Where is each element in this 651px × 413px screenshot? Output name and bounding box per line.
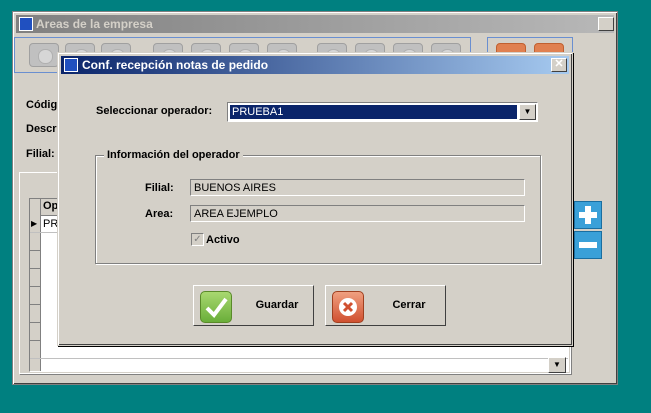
chevron-down-icon[interactable]: ▼ xyxy=(519,104,536,120)
row-pointer-icon: ▶ xyxy=(31,219,38,228)
operator-label: Seleccionar operador: xyxy=(96,105,213,117)
save-button-label: Guardar xyxy=(255,299,299,311)
add-row-button[interactable] xyxy=(574,201,602,229)
remove-row-button[interactable] xyxy=(574,231,602,259)
descripcion-label: Descr xyxy=(26,123,57,135)
codigo-label: Códig xyxy=(26,99,58,111)
parent-title-bar[interactable]: Areas de la empresa ✕ xyxy=(16,15,614,33)
config-dialog: Conf. recepción notas de pedido ✕ Selecc… xyxy=(57,52,573,346)
cancel-x-icon xyxy=(332,291,364,323)
close-button[interactable]: Cerrar xyxy=(325,285,446,326)
checkmark-icon xyxy=(200,291,232,323)
filial-label: Filial: xyxy=(26,148,55,160)
area-info-label: Area: xyxy=(145,208,174,220)
grid-cell[interactable]: PR xyxy=(43,218,58,230)
area-field: AREA EJEMPLO xyxy=(190,205,525,222)
dialog-title: Conf. recepción notas de pedido xyxy=(82,58,269,72)
new-icon[interactable] xyxy=(29,43,59,67)
operator-select-value: PRUEBA1 xyxy=(230,105,517,119)
dialog-title-bar[interactable]: Conf. recepción notas de pedido ✕ xyxy=(61,56,569,74)
filial-field: BUENOS AIRES xyxy=(190,179,525,196)
app-icon xyxy=(19,17,33,31)
parent-title: Areas de la empresa xyxy=(36,17,153,31)
save-button[interactable]: Guardar xyxy=(193,285,314,326)
operator-select[interactable]: PRUEBA1 ▼ xyxy=(227,102,538,122)
minus-icon xyxy=(579,242,597,248)
activo-label: Activo xyxy=(206,234,240,246)
plus-icon xyxy=(579,206,597,224)
dialog-app-icon xyxy=(64,58,78,72)
dialog-close-button[interactable]: ✕ xyxy=(551,58,567,72)
filial-info-label: Filial: xyxy=(145,182,174,194)
close-button-label: Cerrar xyxy=(392,299,426,311)
group-title: Información del operador xyxy=(104,149,243,161)
activo-checkbox[interactable]: ✓ xyxy=(191,233,204,246)
grid-scroll-down-icon[interactable]: ▼ xyxy=(548,357,566,373)
parent-close-button[interactable]: ✕ xyxy=(598,17,614,31)
